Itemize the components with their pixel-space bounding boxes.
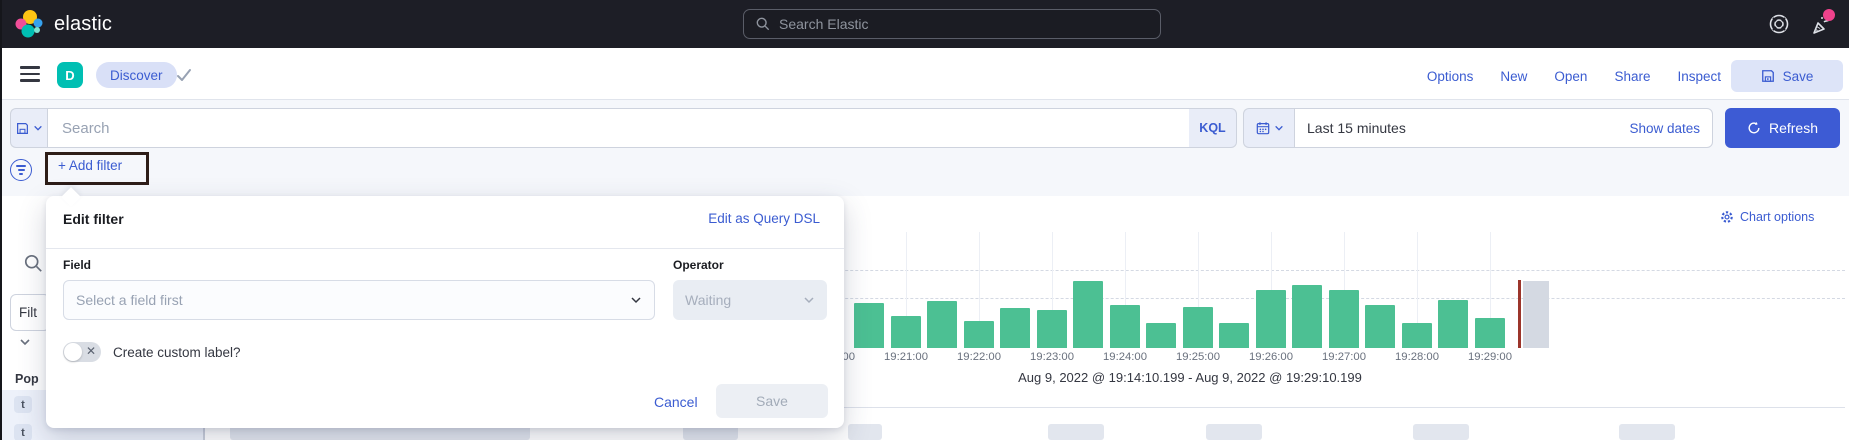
x-axis-tick-label: 19:27:00 — [1322, 351, 1366, 363]
histogram-bar[interactable] — [964, 321, 994, 348]
histogram-bar[interactable] — [1219, 323, 1249, 348]
edit-filter-popover: Edit filter Edit as Query DSL Field Oper… — [46, 196, 844, 428]
section-divider — [844, 407, 1845, 408]
x-axis-tick-label: 19:28:00 — [1395, 351, 1439, 363]
histogram-bar[interactable] — [854, 303, 884, 348]
custom-label-row: ✕ Create custom label? — [63, 342, 241, 362]
operator-label: Operator — [673, 258, 724, 272]
current-time-marker — [1518, 280, 1521, 348]
histogram-bar[interactable] — [1146, 323, 1176, 348]
histogram-bar[interactable] — [1438, 300, 1468, 348]
histogram-bar[interactable] — [1402, 323, 1432, 348]
gear-icon — [1720, 210, 1734, 224]
histogram-bar[interactable] — [1000, 308, 1030, 348]
field-combobox[interactable]: Select a field first — [63, 280, 655, 320]
histogram-bar[interactable] — [1110, 305, 1140, 348]
x-axis-tick-label: 19:21:00 — [884, 351, 928, 363]
skeleton-box — [1413, 424, 1469, 440]
cancel-button[interactable]: Cancel — [654, 394, 698, 410]
chart-options-label: Chart options — [1740, 210, 1814, 224]
x-axis-tick-label: 19:23:00 — [1030, 351, 1074, 363]
histogram-bar[interactable] — [1256, 290, 1286, 348]
operator-placeholder: Waiting — [685, 292, 731, 308]
divider — [46, 248, 844, 249]
popover-save-button[interactable]: Save — [716, 384, 828, 418]
field-placeholder: Select a field first — [76, 292, 183, 308]
custom-label-text: Create custom label? — [113, 345, 241, 360]
field-label: Field — [63, 258, 91, 272]
discover-app: elastic Search Elastic D Discover — [0, 0, 1849, 440]
histogram-bar[interactable] — [891, 316, 921, 348]
operator-select[interactable]: Waiting — [673, 280, 827, 320]
histogram-bar[interactable] — [1073, 281, 1103, 348]
popover-title: Edit filter — [63, 211, 124, 227]
histogram-bar[interactable] — [1475, 318, 1505, 348]
window-edge — [0, 0, 2, 440]
time-range-caption: Aug 9, 2022 @ 19:14:10.199 - Aug 9, 2022… — [850, 370, 1530, 385]
histogram-bar[interactable] — [1292, 285, 1322, 348]
add-filter-button[interactable]: + Add filter — [58, 158, 122, 173]
skeleton-box — [1048, 424, 1104, 440]
skeleton-box — [1619, 424, 1675, 440]
skeleton-box — [1206, 424, 1262, 440]
histogram-bar[interactable] — [1037, 310, 1067, 348]
chart-options-link[interactable]: Chart options — [1720, 210, 1814, 224]
chevron-down-icon — [630, 294, 642, 306]
x-axis-tick-label: 19:24:00 — [1103, 351, 1147, 363]
histogram-bar[interactable] — [927, 301, 957, 348]
chevron-down-icon — [803, 294, 815, 306]
custom-label-toggle[interactable]: ✕ — [63, 342, 101, 362]
x-axis-tick-label: 19:26:00 — [1249, 351, 1293, 363]
histogram-bar[interactable] — [1183, 307, 1213, 348]
x-axis-tick-label: 19:22:00 — [957, 351, 1001, 363]
edit-as-query-dsl-link[interactable]: Edit as Query DSL — [708, 211, 820, 226]
histogram-bar[interactable] — [1329, 290, 1359, 348]
x-axis-tick-label: 19:29:00 — [1468, 351, 1512, 363]
x-axis-tick-label: 19:25:00 — [1176, 351, 1220, 363]
partial-bucket-bar — [1523, 281, 1549, 348]
histogram-bar[interactable] — [1365, 305, 1395, 348]
skeleton-box — [848, 424, 882, 440]
